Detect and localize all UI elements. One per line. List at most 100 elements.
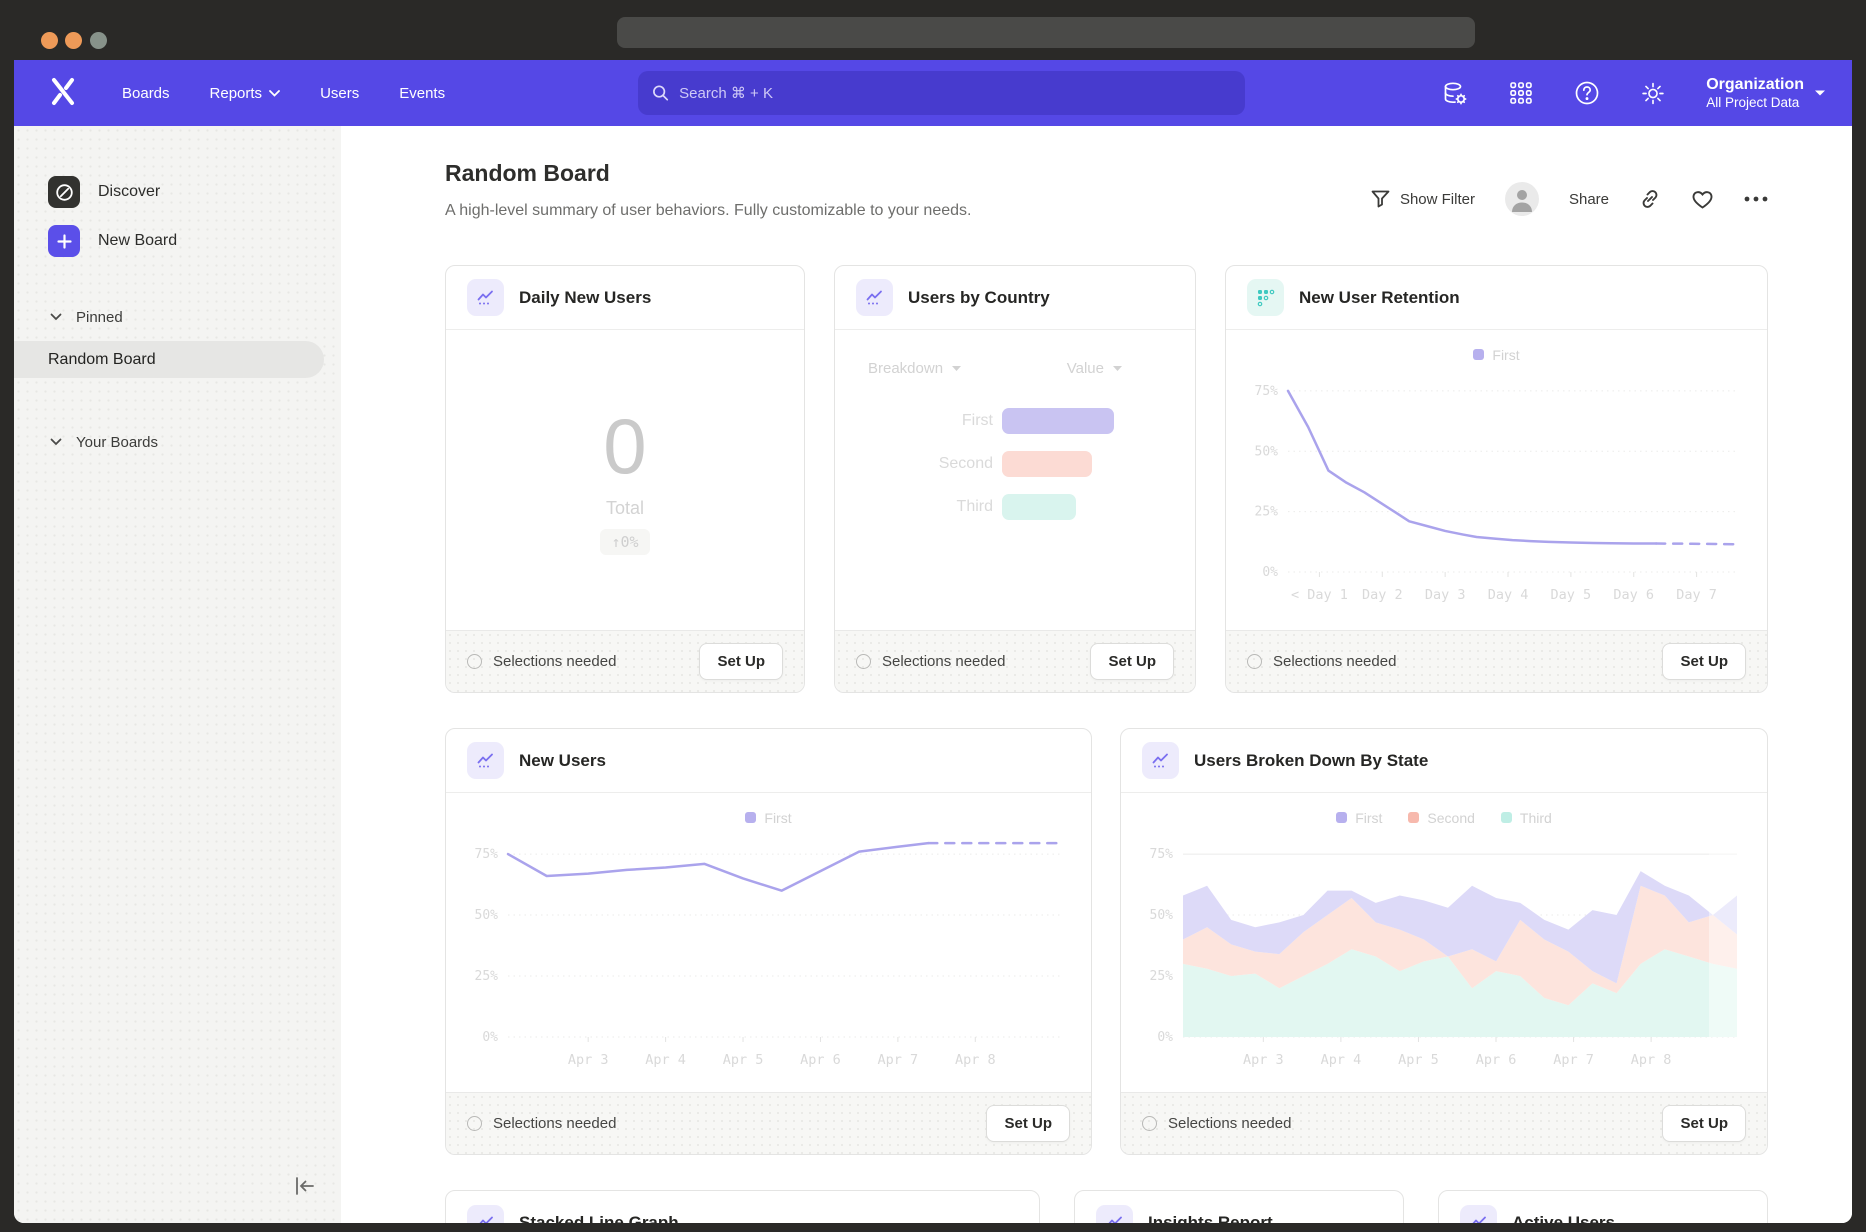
svg-text:Day 6: Day 6 bbox=[1613, 587, 1654, 603]
share-button[interactable]: Share bbox=[1569, 191, 1609, 208]
bar-second bbox=[1002, 451, 1092, 477]
navbar-right: Organization All Project Data bbox=[1442, 75, 1852, 111]
board-actions: Show Filter Share bbox=[1371, 182, 1768, 216]
card-new-users: New Users First 75%50%25%0%Apr 3Apr 4Apr… bbox=[445, 728, 1092, 1155]
sidebar-item-new-board[interactable]: New Board bbox=[14, 221, 341, 261]
retention-line-chart: 75%50%25%0%< Day 1Day 2Day 3Day 4Day 5Da… bbox=[1232, 366, 1753, 614]
more-options-icon[interactable] bbox=[1744, 196, 1768, 202]
svg-text:0%: 0% bbox=[1157, 1030, 1173, 1045]
org-project: All Project Data bbox=[1706, 94, 1804, 111]
user-avatar[interactable] bbox=[1505, 182, 1539, 216]
address-bar[interactable] bbox=[617, 17, 1475, 48]
breakdown-dropdown[interactable]: Breakdown bbox=[868, 360, 962, 377]
bar-first bbox=[1002, 408, 1114, 434]
svg-text:50%: 50% bbox=[1150, 908, 1174, 923]
line-chart-icon bbox=[1096, 1205, 1133, 1224]
nav-item-events[interactable]: Events bbox=[399, 85, 445, 102]
nav-item-reports[interactable]: Reports bbox=[210, 85, 281, 102]
line-chart-icon bbox=[467, 1205, 504, 1224]
set-up-button[interactable]: Set Up bbox=[1090, 643, 1174, 680]
set-up-button[interactable]: Set Up bbox=[1662, 643, 1746, 680]
caret-down-icon bbox=[1814, 89, 1826, 97]
search-input[interactable] bbox=[679, 85, 1231, 102]
plus-icon bbox=[48, 225, 80, 257]
data-management-icon[interactable] bbox=[1442, 80, 1468, 106]
window-zoom-button[interactable] bbox=[90, 32, 107, 49]
card-footer: Selections needed Set Up bbox=[446, 1092, 1091, 1154]
card-title: Daily New Users bbox=[519, 288, 651, 308]
status-text: Selections needed bbox=[1273, 653, 1396, 670]
metric-delta-badge: ↑0% bbox=[600, 529, 649, 555]
svg-text:Apr 5: Apr 5 bbox=[1398, 1052, 1439, 1068]
svg-text:75%: 75% bbox=[475, 847, 499, 862]
value-dropdown[interactable]: Value bbox=[1067, 360, 1123, 377]
card-new-user-retention: New User Retention First 75%50%25%0%< Da… bbox=[1225, 265, 1768, 693]
retention-grid-icon bbox=[1247, 279, 1284, 316]
sidebar: Discover New Board Pinned Random Board bbox=[14, 126, 341, 1223]
show-filter-button[interactable]: Show Filter bbox=[1371, 190, 1475, 208]
window-minimize-button[interactable] bbox=[65, 32, 82, 49]
set-up-button[interactable]: Set Up bbox=[986, 1105, 1070, 1142]
svg-text:Day 3: Day 3 bbox=[1425, 587, 1466, 603]
country-bars: First Second Third bbox=[835, 407, 1195, 521]
set-up-button[interactable]: Set Up bbox=[1662, 1105, 1746, 1142]
card-title: New User Retention bbox=[1299, 288, 1460, 308]
card-title: New Users bbox=[519, 751, 606, 771]
svg-text:Apr 4: Apr 4 bbox=[645, 1052, 686, 1068]
org-switcher[interactable]: Organization All Project Data bbox=[1706, 75, 1826, 111]
favorite-heart-icon[interactable] bbox=[1691, 189, 1714, 210]
card-footer: Selections needed Set Up bbox=[835, 630, 1195, 692]
chart-legend: First Second Third bbox=[1121, 793, 1767, 827]
status-circle-icon bbox=[467, 1116, 482, 1131]
sidebar-item-random-board[interactable]: Random Board bbox=[14, 341, 324, 378]
line-chart-icon bbox=[1460, 1205, 1497, 1224]
set-up-button[interactable]: Set Up bbox=[699, 643, 783, 680]
global-search[interactable] bbox=[638, 71, 1245, 115]
nav-item-boards[interactable]: Boards bbox=[122, 85, 170, 102]
browser-chrome bbox=[0, 0, 1866, 60]
status-circle-icon bbox=[1142, 1116, 1157, 1131]
nav-item-users[interactable]: Users bbox=[320, 85, 359, 102]
svg-text:0%: 0% bbox=[1262, 565, 1278, 580]
mixpanel-logo-icon[interactable] bbox=[48, 76, 78, 111]
window-close-button[interactable] bbox=[41, 32, 58, 49]
metric-label: Total bbox=[606, 498, 644, 519]
svg-text:Day 2: Day 2 bbox=[1362, 587, 1403, 603]
card-footer: Selections needed Set Up bbox=[1226, 630, 1767, 692]
sidebar-item-discover[interactable]: Discover bbox=[14, 172, 341, 212]
sidebar-collapse-icon[interactable] bbox=[289, 1171, 319, 1201]
search-icon bbox=[652, 84, 669, 102]
svg-text:Apr 4: Apr 4 bbox=[1321, 1052, 1362, 1068]
card-insights-report: Insights Report bbox=[1074, 1190, 1404, 1223]
settings-gear-icon[interactable] bbox=[1640, 80, 1666, 106]
caret-down-icon bbox=[951, 365, 962, 372]
chevron-down-icon bbox=[269, 90, 280, 97]
svg-text:Day 7: Day 7 bbox=[1676, 587, 1717, 603]
svg-text:75%: 75% bbox=[1150, 847, 1174, 862]
svg-text:Apr 8: Apr 8 bbox=[1631, 1052, 1672, 1068]
svg-text:Day 5: Day 5 bbox=[1551, 587, 1592, 603]
app-window: Boards Reports Users Events bbox=[14, 60, 1852, 1223]
card-users-by-state: Users Broken Down By State First Second … bbox=[1120, 728, 1768, 1155]
copy-link-icon[interactable] bbox=[1639, 188, 1661, 210]
status-circle-icon bbox=[467, 654, 482, 669]
apps-grid-icon[interactable] bbox=[1508, 80, 1534, 106]
card-title: Active Users bbox=[1512, 1213, 1615, 1223]
line-chart-icon bbox=[467, 742, 504, 779]
metric-value: 0 bbox=[603, 406, 646, 486]
card-title: Insights Report bbox=[1148, 1213, 1273, 1223]
status-text: Selections needed bbox=[493, 653, 616, 670]
help-icon[interactable] bbox=[1574, 80, 1600, 106]
card-users-by-country: Users by Country Breakdown Value bbox=[834, 265, 1196, 693]
svg-text:Apr 7: Apr 7 bbox=[878, 1052, 919, 1068]
by-state-area-chart: 75%50%25%0%Apr 3Apr 4Apr 5Apr 6Apr 7Apr … bbox=[1127, 829, 1753, 1079]
svg-text:Apr 8: Apr 8 bbox=[955, 1052, 996, 1068]
svg-text:Day 4: Day 4 bbox=[1488, 587, 1529, 603]
main-content: Random Board A high-level summary of use… bbox=[341, 126, 1852, 1223]
sidebar-section-your-boards[interactable]: Your Boards bbox=[14, 428, 341, 456]
sidebar-section-pinned[interactable]: Pinned bbox=[14, 303, 341, 331]
caret-down-icon bbox=[1112, 365, 1123, 372]
new-users-line-chart: 75%50%25%0%Apr 3Apr 4Apr 5Apr 6Apr 7Apr … bbox=[452, 829, 1077, 1079]
svg-text:0%: 0% bbox=[482, 1030, 498, 1045]
org-name: Organization bbox=[1706, 75, 1804, 94]
